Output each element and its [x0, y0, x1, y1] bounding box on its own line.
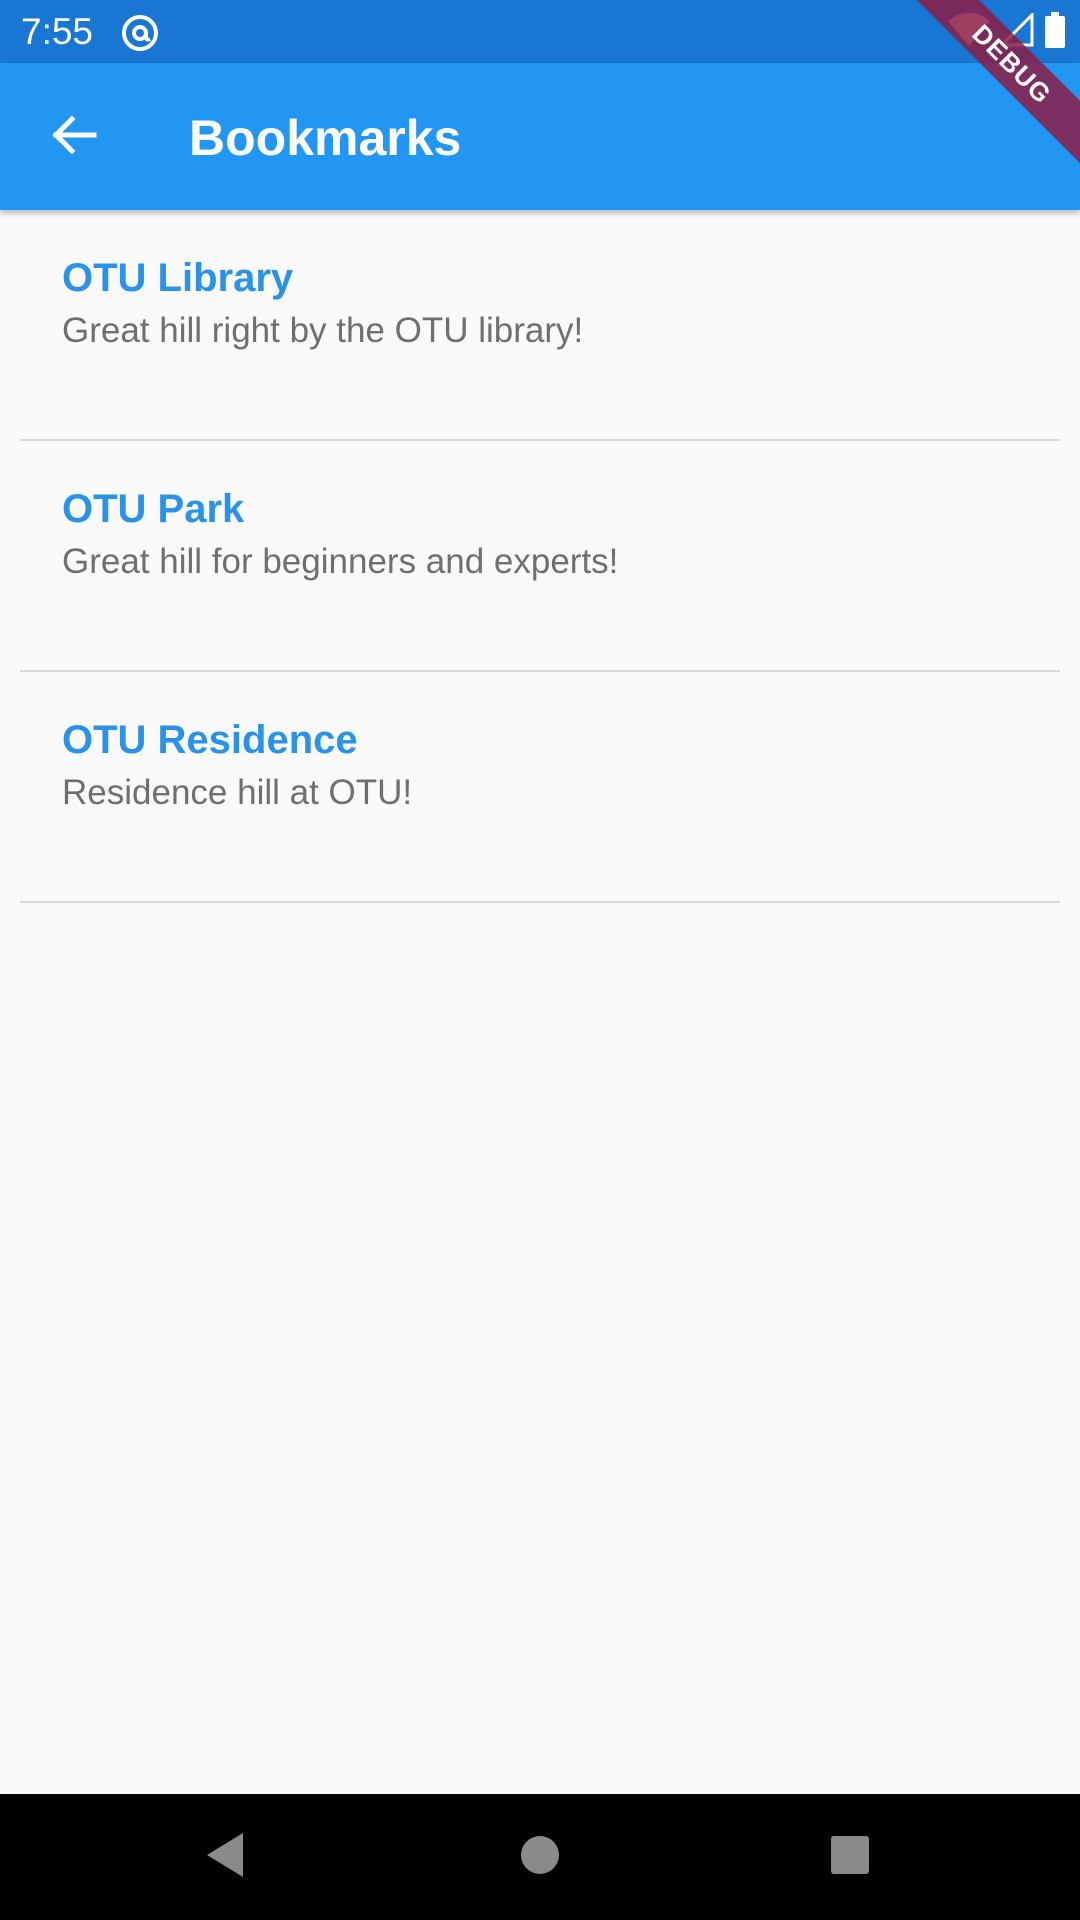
bookmark-subtitle: Great hill right by the OTU library! [62, 311, 584, 350]
cell-signal-icon [998, 10, 1034, 52]
bookmark-title: OTU Park [62, 487, 245, 531]
back-button[interactable] [30, 93, 118, 181]
bookmark-subtitle: Great hill for beginners and experts! [62, 542, 619, 581]
bookmark-item-otu-park[interactable]: OTU Park Great hill for beginners and ex… [20, 441, 1060, 672]
status-icons [948, 10, 1066, 53]
system-nav-bar [0, 1794, 1080, 1920]
nav-back-button[interactable] [185, 1817, 265, 1897]
bookmark-title: OTU Library [62, 256, 294, 300]
recents-square-icon [829, 1834, 871, 1881]
arrow-back-icon [50, 111, 98, 164]
app-bar: Bookmarks [0, 63, 1080, 210]
back-triangle-icon [203, 1831, 247, 1884]
nav-recents-button[interactable] [810, 1817, 890, 1897]
status-time: 7:55 [21, 11, 94, 52]
bookmark-item-otu-library[interactable]: OTU Library Great hill right by the OTU … [20, 210, 1060, 441]
status-bar: 7:55 [0, 0, 1080, 63]
bookmark-title: OTU Residence [62, 718, 358, 762]
bookmark-list: OTU Library Great hill right by the OTU … [0, 210, 1080, 903]
nav-home-button[interactable] [500, 1817, 580, 1897]
battery-icon [1044, 11, 1066, 53]
page-title: Bookmarks [189, 110, 462, 166]
home-circle-icon [519, 1834, 561, 1881]
bookmark-item-otu-residence[interactable]: OTU Residence Residence hill at OTU! [20, 672, 1060, 903]
wifi-icon [948, 12, 990, 52]
at-sign-icon [120, 13, 160, 53]
bookmark-subtitle: Residence hill at OTU! [62, 773, 413, 812]
